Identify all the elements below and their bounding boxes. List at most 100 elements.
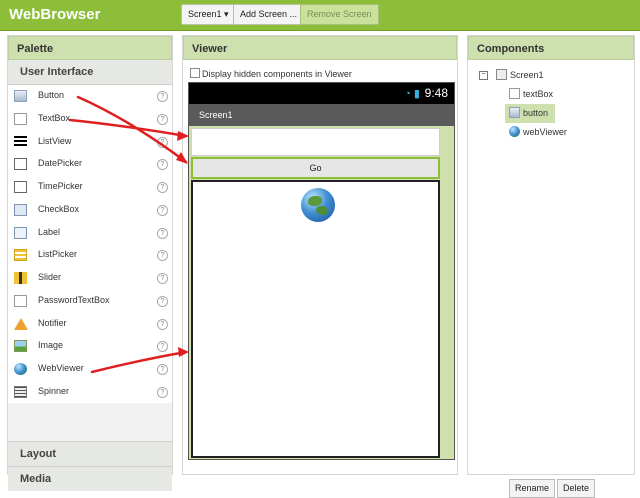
- palette-item-label[interactable]: Label ?: [8, 222, 172, 245]
- palette-item-label: WebViewer: [38, 363, 84, 373]
- palette-item-label: Image: [38, 340, 64, 351]
- palette-item-textbox[interactable]: TextBox ?: [8, 108, 172, 131]
- screen-body: Go: [189, 126, 454, 459]
- palette-item-image[interactable]: Image ?: [8, 335, 172, 358]
- layout-section[interactable]: Layout: [8, 441, 172, 466]
- go-button[interactable]: Go: [191, 157, 440, 179]
- help-icon[interactable]: ?: [157, 204, 168, 216]
- help-icon[interactable]: ?: [157, 295, 168, 307]
- tree-item-button[interactable]: button: [505, 104, 555, 123]
- image-icon: [14, 340, 27, 353]
- palette-item-label: Button: [38, 90, 65, 100]
- palette-item-label: Notifier: [38, 317, 67, 328]
- palette-item-label: PasswordTextBox: [38, 294, 110, 305]
- listpicker-icon: [14, 249, 27, 262]
- passwordtextbox-icon: [14, 294, 27, 307]
- top-bar: WebBrowser Screen1 ▾ Add Screen ... Remo…: [0, 0, 640, 31]
- timepicker-icon: [14, 181, 27, 193]
- palette-item-label: Label: [38, 226, 61, 237]
- palette-item-webviewer[interactable]: WebViewer ?: [8, 358, 172, 381]
- textbox-component[interactable]: [191, 128, 440, 156]
- delete-button[interactable]: Delete: [557, 479, 596, 498]
- palette-item-spinner[interactable]: Spinner ?: [8, 381, 172, 404]
- palette-item-datepicker[interactable]: DatePicker ?: [8, 153, 172, 176]
- palette-item-button[interactable]: Button ?: [8, 85, 172, 108]
- screen-title: Screen1: [189, 104, 454, 126]
- palette-item-label: Slider: [38, 272, 62, 282]
- help-icon[interactable]: ?: [157, 250, 168, 262]
- palette-item-label: ListPicker: [38, 249, 78, 260]
- palette-header: Palette: [8, 36, 172, 60]
- slider-icon: [14, 272, 27, 284]
- help-icon[interactable]: ?: [157, 364, 168, 375]
- components-panel: Components − Screen1 textBox button webV…: [467, 35, 635, 498]
- help-icon[interactable]: ?: [157, 318, 168, 330]
- tree-item-textbox[interactable]: textBox: [476, 85, 626, 104]
- display-hidden-checkbox[interactable]: Display hidden components in Viewer: [190, 68, 352, 79]
- checkbox-icon: [14, 203, 27, 216]
- palette-item-checkbox[interactable]: CheckBox ?: [8, 199, 172, 222]
- textbox-icon: [509, 88, 520, 99]
- textbox-icon: [14, 112, 27, 125]
- palette-item-label: DatePicker: [38, 158, 83, 169]
- help-icon[interactable]: ?: [157, 159, 168, 171]
- palette-item-timepicker[interactable]: TimePicker ?: [8, 176, 172, 199]
- tree-item-label: button: [523, 108, 549, 118]
- collapse-icon[interactable]: −: [479, 71, 488, 80]
- help-icon[interactable]: ?: [157, 386, 168, 398]
- palette-item-label: Spinner: [38, 385, 70, 396]
- user-interface-section[interactable]: User Interface: [8, 60, 172, 85]
- status-time: 9:48: [424, 86, 448, 100]
- palette-panel: Palette User Interface Button ? TextBox …: [7, 35, 173, 491]
- tree-item-label: textBox: [523, 89, 554, 99]
- viewer-panel: Viewer Display hidden components in View…: [182, 35, 458, 475]
- palette-item-label: TimePicker: [38, 181, 83, 191]
- status-bar: ◔ ▮ 9:48: [189, 83, 454, 104]
- webviewer-icon: [14, 363, 27, 375]
- palette-item-slider[interactable]: Slider ?: [8, 267, 172, 290]
- help-icon[interactable]: ?: [157, 182, 168, 193]
- tree-item-webviewer[interactable]: webViewer: [476, 123, 626, 142]
- checkbox-icon[interactable]: [190, 68, 200, 78]
- palette-item-label: ListView: [38, 135, 72, 146]
- help-icon[interactable]: ?: [157, 227, 168, 239]
- viewer-header: Viewer: [183, 36, 457, 60]
- screen-icon: [496, 69, 507, 80]
- globe-icon: [301, 188, 335, 222]
- tree-item-label: Screen1: [510, 70, 544, 80]
- label-icon: [14, 226, 27, 239]
- wifi-signal-battery-icon: ◔ ▮: [404, 88, 420, 100]
- palette-item-passwordtextbox[interactable]: PasswordTextBox ?: [8, 290, 172, 313]
- help-icon[interactable]: ?: [157, 341, 168, 353]
- components-header: Components: [468, 36, 634, 60]
- app-title: WebBrowser: [9, 6, 101, 23]
- help-icon[interactable]: ?: [157, 136, 168, 148]
- tree-item-screen1[interactable]: − Screen1: [476, 66, 626, 85]
- button-icon: [14, 90, 27, 102]
- notifier-icon: [14, 317, 28, 330]
- datepicker-icon: [14, 158, 27, 171]
- palette-list: Button ? TextBox ? ListView ? DatePicker…: [8, 85, 172, 403]
- help-icon[interactable]: ?: [157, 273, 168, 284]
- palette-item-listview[interactable]: ListView ?: [8, 131, 172, 154]
- help-icon[interactable]: ?: [157, 91, 168, 102]
- remove-screen-button[interactable]: Remove Screen: [300, 4, 379, 25]
- listview-icon: [14, 135, 27, 148]
- webviewer-icon: [509, 126, 520, 137]
- media-section[interactable]: Media: [8, 466, 172, 491]
- component-tree: − Screen1 textBox button webViewer: [476, 66, 626, 142]
- phone-preview: ◔ ▮ 9:48 Screen1 Go: [188, 82, 455, 460]
- help-icon[interactable]: ?: [157, 113, 168, 125]
- spinner-icon: [14, 385, 27, 398]
- add-screen-button[interactable]: Add Screen ...: [233, 4, 305, 25]
- rename-button[interactable]: Rename: [509, 479, 556, 498]
- tree-item-label: webViewer: [523, 127, 567, 137]
- display-hidden-label: Display hidden components in Viewer: [202, 69, 352, 79]
- button-icon: [509, 107, 520, 118]
- webviewer-component[interactable]: [191, 180, 440, 458]
- palette-item-label: CheckBox: [38, 203, 80, 214]
- palette-item-notifier[interactable]: Notifier ?: [8, 313, 172, 336]
- palette-item-label: TextBox: [38, 112, 71, 123]
- palette-item-listpicker[interactable]: ListPicker ?: [8, 244, 172, 267]
- screen-dropdown[interactable]: Screen1 ▾: [181, 4, 236, 25]
